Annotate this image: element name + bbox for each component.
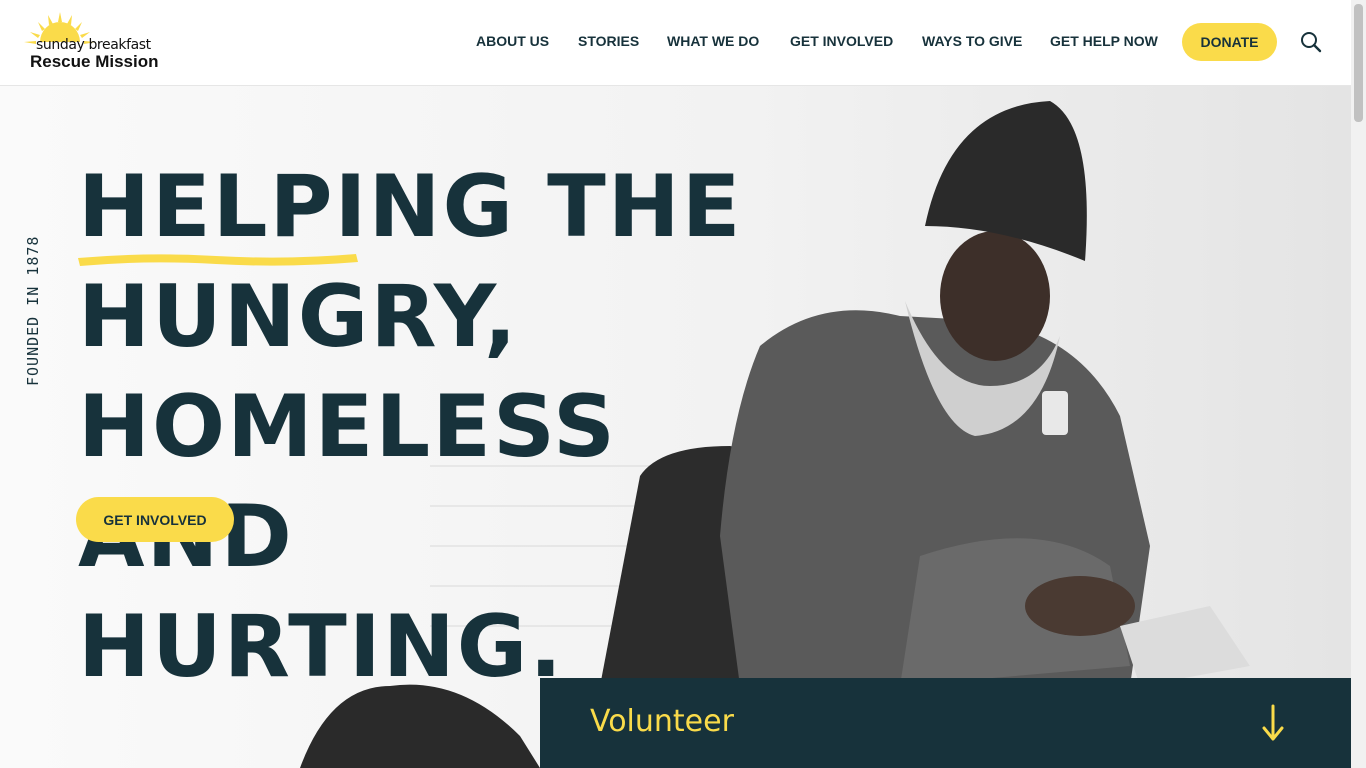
arrow-down-icon[interactable] — [1258, 704, 1288, 744]
nav-item-get-help-now[interactable]: GET HELP NOW — [1050, 33, 1158, 49]
hero-headline: Helping the hungry, homeless and hurting… — [78, 152, 798, 702]
nav-item-stories[interactable]: STORIES — [578, 33, 639, 49]
site-logo[interactable]: sunday breakfast Rescue Mission — [20, 10, 170, 74]
headline-highlight-word: Helping — [78, 157, 516, 257]
logo-text-bottom: Rescue Mission — [30, 52, 159, 71]
site-header: sunday breakfast Rescue Mission ABOUT US… — [0, 0, 1351, 86]
logo-text-top: sunday breakfast — [36, 37, 151, 53]
scrollbar[interactable] — [1351, 0, 1366, 768]
scrollbar-thumb[interactable] — [1354, 4, 1363, 122]
nav-item-what-we-do[interactable]: WHAT WE DO — [667, 33, 759, 49]
nav-item-about-us[interactable]: ABOUT US — [476, 33, 549, 49]
founded-text: FOUNDED IN 1878 — [24, 235, 42, 386]
brush-underline — [78, 254, 358, 266]
hero-section: FOUNDED IN 1878 Helping the hungry, home… — [0, 86, 1351, 768]
nav-item-get-involved[interactable]: GET INVOLVED — [790, 33, 893, 49]
volunteer-bar[interactable]: Volunteer — [540, 678, 1351, 768]
search-icon[interactable] — [1299, 30, 1323, 54]
nav-item-ways-to-give[interactable]: WAYS TO GIVE — [922, 33, 1022, 49]
volunteer-label: Volunteer — [590, 704, 734, 739]
donate-button[interactable]: DONATE — [1182, 23, 1277, 61]
get-involved-button[interactable]: GET INVOLVED — [76, 497, 234, 542]
